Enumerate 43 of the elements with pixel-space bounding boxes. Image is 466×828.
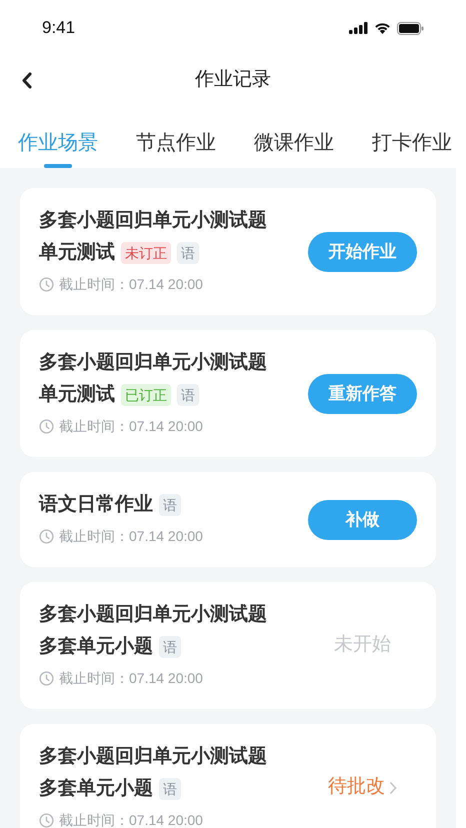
card-title: 单元测试: [39, 241, 115, 265]
deadline-text: 截止时间：07.14 20:00: [59, 275, 203, 294]
tag: 未订正: [121, 242, 171, 264]
tag: 语: [159, 494, 181, 516]
card-title: 多套小题回归单元小测试题: [39, 351, 267, 375]
clock-icon: [39, 277, 54, 292]
deadline-text: 截止时间：07.14 20:00: [59, 417, 203, 436]
signal-icon: [349, 22, 368, 34]
action-button[interactable]: 重新作答: [308, 374, 417, 414]
tab[interactable]: 节点作业: [136, 128, 216, 158]
tab[interactable]: 作业场景: [18, 128, 98, 158]
clock-icon: [39, 813, 54, 828]
action-button[interactable]: 开始作业: [308, 232, 417, 272]
tag: 已订正: [121, 384, 171, 406]
back-icon: [20, 72, 32, 88]
tag: 语: [159, 636, 181, 658]
clock-icon: [39, 671, 54, 686]
deadline-text: 截止时间：07.14 20:00: [59, 811, 203, 828]
card-title: 多套小题回归单元小测试题: [39, 745, 267, 769]
card-title: 多套单元小题: [39, 635, 153, 659]
card-title: 单元测试: [39, 383, 115, 407]
deadline-text: 截止时间：07.14 20:00: [59, 669, 203, 688]
status-time: 9:41: [42, 17, 76, 40]
action-button[interactable]: 补做: [308, 500, 417, 540]
tab[interactable]: 微课作业: [254, 128, 334, 158]
status-link[interactable]: 待批改: [308, 773, 417, 802]
card-title: 多套单元小题: [39, 777, 153, 801]
clock-icon: [39, 529, 54, 544]
tag: 语: [159, 778, 181, 800]
card-title: 语文日常作业: [39, 492, 153, 517]
chevron-right-icon: [389, 780, 397, 794]
status-text: 未开始: [333, 633, 392, 658]
tab-indicator: [44, 164, 72, 168]
tag: 语: [177, 242, 199, 264]
tag: 语: [177, 384, 199, 406]
tab[interactable]: 打卡作业: [372, 128, 452, 158]
card-title: 多套小题回归单元小测试题: [39, 603, 267, 627]
wifi-icon: [374, 22, 391, 34]
deadline-text: 截止时间：07.14 20:00: [59, 527, 203, 546]
battery-icon: [397, 22, 424, 34]
clock-icon: [39, 419, 54, 434]
card-title: 多套小题回归单元小测试题: [39, 209, 267, 233]
page-title: 作业记录: [195, 68, 271, 92]
